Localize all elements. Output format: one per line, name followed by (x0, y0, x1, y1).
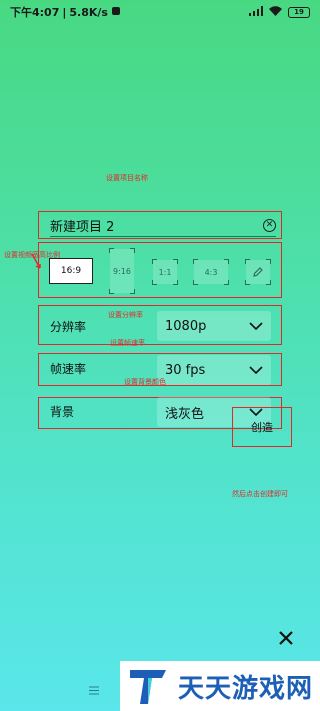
ratio-4-3[interactable]: 4:3 (193, 259, 229, 285)
project-name-field[interactable]: 新建项目 2 ✕ (50, 215, 276, 237)
ratio-custom[interactable] (245, 259, 271, 285)
status-time: 下午4:07 (10, 6, 60, 19)
close-icon[interactable] (278, 630, 294, 646)
chevron-down-icon (249, 322, 263, 331)
annotation-resolution: 设置分辨率 (108, 311, 143, 319)
watermark-logo: 天天游戏网 (120, 661, 320, 711)
create-button[interactable]: 创造 (232, 407, 292, 447)
status-bar: 下午4:07 | 5.8K/s 19 (0, 0, 320, 24)
annotation-background: 设置背景颜色 (124, 378, 166, 386)
background-value: 浅灰色 (165, 406, 205, 422)
menu-icon[interactable] (89, 686, 99, 695)
project-name-text: 新建项目 2 (50, 220, 115, 235)
notification-icon (111, 6, 121, 19)
ratio-1-1[interactable]: 1:1 (152, 259, 178, 285)
resolution-select[interactable]: 1080p (157, 311, 271, 341)
network-speed: 5.8K/s (69, 5, 108, 19)
annotation-framerate: 设置帧速率 (110, 339, 145, 347)
battery-icon: 19 (288, 6, 310, 18)
framerate-value: 30 fps (165, 362, 206, 378)
watermark-mark-icon (130, 670, 166, 704)
pencil-icon (253, 267, 263, 277)
ratio-16-9[interactable]: 16:9 (49, 258, 93, 284)
chevron-down-icon (249, 366, 263, 375)
signal-icon (249, 5, 263, 19)
framerate-label: 帧速率 (50, 362, 87, 376)
annotation-name: 设置项目名称 (106, 174, 148, 182)
annotation-create: 然后点击创建即可 (232, 490, 288, 498)
background-label: 背景 (50, 405, 75, 419)
clear-icon[interactable]: ✕ (263, 219, 276, 232)
wifi-icon (269, 5, 282, 19)
framerate-select[interactable]: 30 fps (157, 355, 271, 385)
watermark-text: 天天游戏网 (178, 673, 314, 704)
resolution-value: 1080p (165, 318, 207, 334)
ratio-9-16[interactable]: 9:16 (109, 248, 135, 294)
resolution-label: 分辨率 (50, 320, 87, 334)
